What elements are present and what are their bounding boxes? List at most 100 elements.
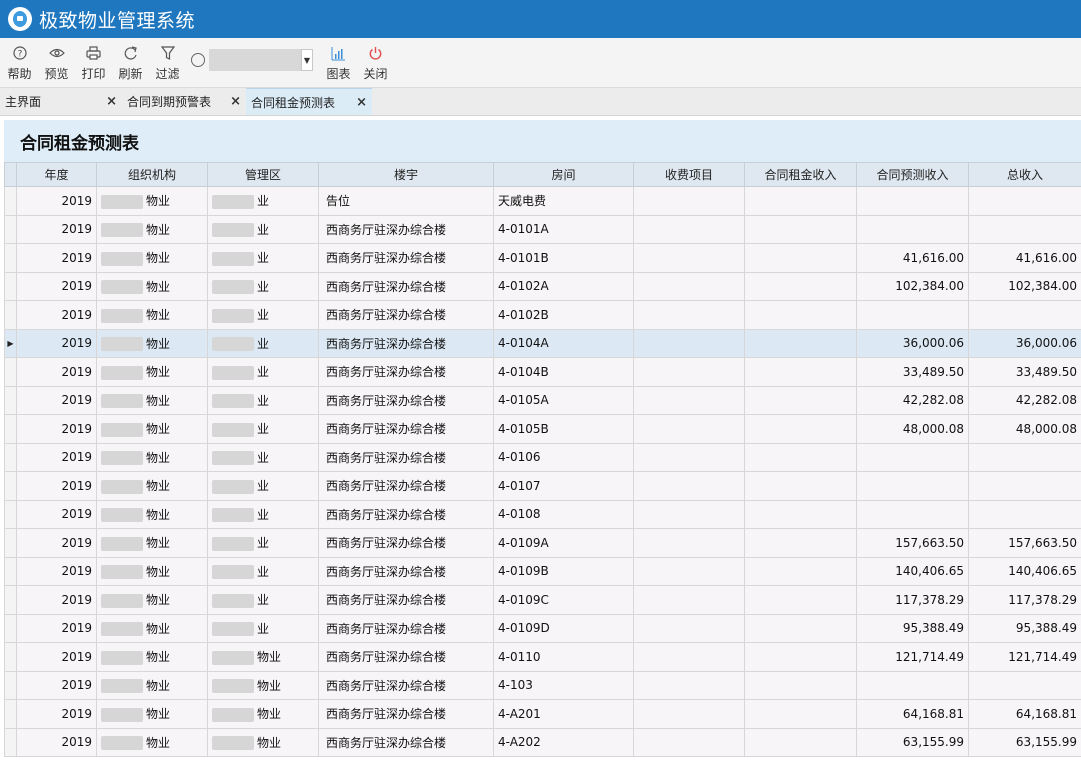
charge-item-cell[interactable]	[633, 699, 745, 729]
building-cell[interactable]: 西商务厅驻深办综合楼	[318, 528, 494, 558]
search-input[interactable]	[209, 49, 301, 71]
room-cell[interactable]: 4-0109A	[493, 528, 634, 558]
year-cell[interactable]: 2019	[16, 243, 97, 273]
preview-button[interactable]: 预览	[43, 43, 70, 82]
building-cell[interactable]: 西商务厅驻深办综合楼	[318, 271, 494, 301]
year-cell[interactable]: 2019	[16, 271, 97, 301]
total-income-cell[interactable]	[968, 300, 1081, 330]
table-row[interactable]: 2019 物业业西商务厅驻深办综合楼 4-0102B	[4, 300, 1081, 330]
forecast-income-cell[interactable]: 33,489.50	[856, 357, 969, 387]
year-cell[interactable]: 2019	[16, 414, 97, 444]
room-cell[interactable]: 4-0105A	[493, 385, 634, 415]
rent-income-cell[interactable]	[744, 328, 857, 358]
row-indicator[interactable]	[4, 585, 17, 615]
room-cell[interactable]: 4-0105B	[493, 414, 634, 444]
room-cell[interactable]: 4-0104B	[493, 357, 634, 387]
org-cell[interactable]: 物业	[96, 499, 208, 529]
building-cell[interactable]: 西商务厅驻深办综合楼	[318, 585, 494, 615]
year-cell[interactable]: 2019	[16, 613, 97, 643]
building-cell[interactable]: 西商务厅驻深办综合楼	[318, 699, 494, 729]
org-cell[interactable]: 物业	[96, 357, 208, 387]
row-indicator[interactable]: ▶	[4, 328, 17, 358]
column-header[interactable]: 楼宇	[318, 162, 494, 187]
table-row[interactable]: 2019 物业 物业 西商务厅驻深办综合楼 4-0110 121,714.49 121,71…	[4, 642, 1081, 672]
room-cell[interactable]: 4-103	[493, 670, 634, 700]
table-row[interactable]: 2019 物业业告位 天威电费	[4, 186, 1081, 216]
charge-item-cell[interactable]	[633, 499, 745, 529]
area-cell[interactable]: 业	[207, 585, 319, 615]
row-indicator[interactable]	[4, 642, 17, 672]
tab-rent-forecast[interactable]: 合同租金预测表 ×	[246, 88, 372, 115]
area-cell[interactable]: 业	[207, 357, 319, 387]
row-indicator[interactable]	[4, 499, 17, 529]
building-cell[interactable]: 西商务厅驻深办综合楼	[318, 243, 494, 273]
forecast-income-cell[interactable]: 41,616.00	[856, 243, 969, 273]
forecast-income-cell[interactable]	[856, 300, 969, 330]
forecast-income-cell[interactable]: 102,384.00	[856, 271, 969, 301]
room-cell[interactable]: 4-0110	[493, 642, 634, 672]
year-cell[interactable]: 2019	[16, 585, 97, 615]
close-icon[interactable]: ×	[230, 94, 241, 109]
room-cell[interactable]: 4-0109C	[493, 585, 634, 615]
table-row[interactable]: 2019 物业业西商务厅驻深办综合楼 4-0105B 48,000.08 48,000.…	[4, 414, 1081, 444]
rent-income-cell[interactable]	[744, 442, 857, 472]
building-cell[interactable]: 西商务厅驻深办综合楼	[318, 471, 494, 501]
org-cell[interactable]: 物业	[96, 556, 208, 586]
total-income-cell[interactable]	[968, 186, 1081, 216]
rent-income-cell[interactable]	[744, 670, 857, 700]
rent-income-cell[interactable]	[744, 385, 857, 415]
total-income-cell[interactable]	[968, 214, 1081, 244]
year-cell[interactable]: 2019	[16, 556, 97, 586]
area-cell[interactable]: 业	[207, 471, 319, 501]
column-header[interactable]: 合同预测收入	[856, 162, 969, 187]
row-indicator[interactable]	[4, 556, 17, 586]
year-cell[interactable]: 2019	[16, 699, 97, 729]
charge-item-cell[interactable]	[633, 186, 745, 216]
rent-income-cell[interactable]	[744, 613, 857, 643]
org-cell[interactable]: 物业	[96, 385, 208, 415]
building-cell[interactable]: 西商务厅驻深办综合楼	[318, 613, 494, 643]
total-income-cell[interactable]: 102,384.00	[968, 271, 1081, 301]
charge-item-cell[interactable]	[633, 442, 745, 472]
table-row[interactable]: 2019 物业 物业 西商务厅驻深办综合楼 4-A201 64,168.81 64,168.…	[4, 699, 1081, 729]
year-cell[interactable]: 2019	[16, 357, 97, 387]
area-cell[interactable]: 业	[207, 271, 319, 301]
rent-income-cell[interactable]	[744, 642, 857, 672]
total-income-cell[interactable]: 63,155.99	[968, 727, 1081, 757]
year-cell[interactable]: 2019	[16, 385, 97, 415]
building-cell[interactable]: 告位	[318, 186, 494, 216]
building-cell[interactable]: 西商务厅驻深办综合楼	[318, 499, 494, 529]
column-header[interactable]: 年度	[16, 162, 97, 187]
row-indicator[interactable]	[4, 471, 17, 501]
total-income-cell[interactable]: 48,000.08	[968, 414, 1081, 444]
table-row[interactable]: ▶ 2019 物业业西商务厅驻深办综合楼 4-0104A 36,000.06 36,000…	[4, 328, 1081, 358]
table-row[interactable]: 2019 物业业西商务厅驻深办综合楼 4-0101A	[4, 214, 1081, 244]
building-cell[interactable]: 西商务厅驻深办综合楼	[318, 727, 494, 757]
charge-item-cell[interactable]	[633, 670, 745, 700]
area-cell[interactable]: 业	[207, 442, 319, 472]
room-cell[interactable]: 4-0101B	[493, 243, 634, 273]
forecast-income-cell[interactable]: 140,406.65	[856, 556, 969, 586]
org-cell[interactable]: 物业	[96, 186, 208, 216]
total-income-cell[interactable]: 157,663.50	[968, 528, 1081, 558]
table-row[interactable]: 2019 物业业西商务厅驻深办综合楼 4-0109C 117,378.29 117,37…	[4, 585, 1081, 615]
row-indicator[interactable]	[4, 613, 17, 643]
area-cell[interactable]: 业	[207, 214, 319, 244]
forecast-income-cell[interactable]: 63,155.99	[856, 727, 969, 757]
year-cell[interactable]: 2019	[16, 471, 97, 501]
building-cell[interactable]: 西商务厅驻深办综合楼	[318, 385, 494, 415]
forecast-income-cell[interactable]: 95,388.49	[856, 613, 969, 643]
row-indicator[interactable]	[4, 214, 17, 244]
forecast-income-cell[interactable]: 64,168.81	[856, 699, 969, 729]
area-cell[interactable]: 业	[207, 556, 319, 586]
close-icon[interactable]: ×	[356, 95, 367, 110]
org-cell[interactable]: 物业	[96, 442, 208, 472]
charge-item-cell[interactable]	[633, 727, 745, 757]
rent-income-cell[interactable]	[744, 414, 857, 444]
row-indicator[interactable]	[4, 528, 17, 558]
total-income-cell[interactable]: 33,489.50	[968, 357, 1081, 387]
column-header[interactable]: 房间	[493, 162, 634, 187]
building-cell[interactable]: 西商务厅驻深办综合楼	[318, 556, 494, 586]
total-income-cell[interactable]	[968, 442, 1081, 472]
area-cell[interactable]: 业	[207, 186, 319, 216]
